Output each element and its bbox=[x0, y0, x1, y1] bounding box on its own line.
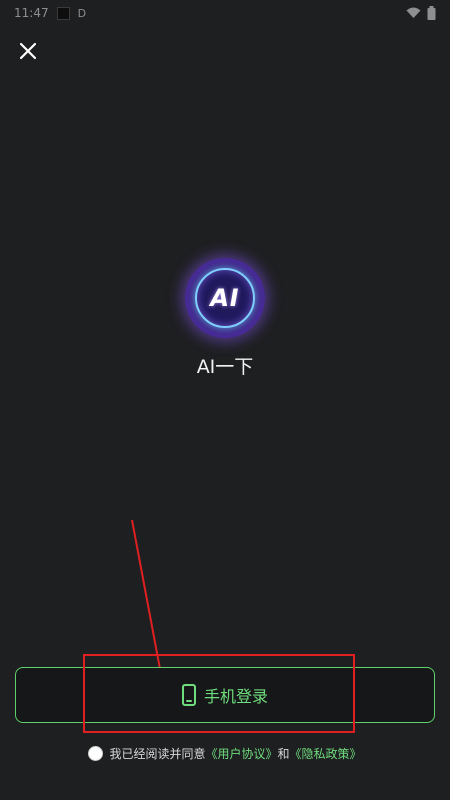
status-right bbox=[406, 6, 436, 20]
battery-icon bbox=[427, 6, 436, 20]
app-logo: AI bbox=[185, 258, 265, 338]
app-name: AI一下 bbox=[196, 356, 254, 378]
status-extra: D bbox=[77, 6, 87, 20]
square-icon bbox=[56, 6, 70, 20]
user-agreement-link[interactable]: 《用户协议》 bbox=[205, 745, 277, 762]
close-button[interactable] bbox=[17, 40, 39, 62]
close-icon bbox=[19, 42, 37, 60]
status-left: 11:47 D bbox=[14, 6, 86, 20]
agreement-checkbox[interactable] bbox=[88, 746, 104, 761]
agreement-text: 我已经阅读并同意 bbox=[109, 747, 206, 761]
wifi-icon bbox=[406, 7, 421, 18]
privacy-policy-link[interactable]: 《隐私政策》 bbox=[290, 745, 362, 762]
phone-icon bbox=[181, 684, 196, 706]
agreement-row: 我已经阅读并同意 《用户协议》 和 《隐私政策》 bbox=[0, 745, 450, 762]
logo-ring: AI bbox=[195, 268, 255, 328]
login-button-label: 手机登录 bbox=[203, 687, 268, 706]
phone-login-button[interactable]: 手机登录 bbox=[15, 667, 435, 723]
logo-text: AI bbox=[207, 284, 243, 312]
agreement-and: 和 bbox=[277, 747, 290, 761]
status-time: 11:47 bbox=[14, 6, 49, 20]
status-bar: 11:47 D bbox=[0, 0, 450, 26]
